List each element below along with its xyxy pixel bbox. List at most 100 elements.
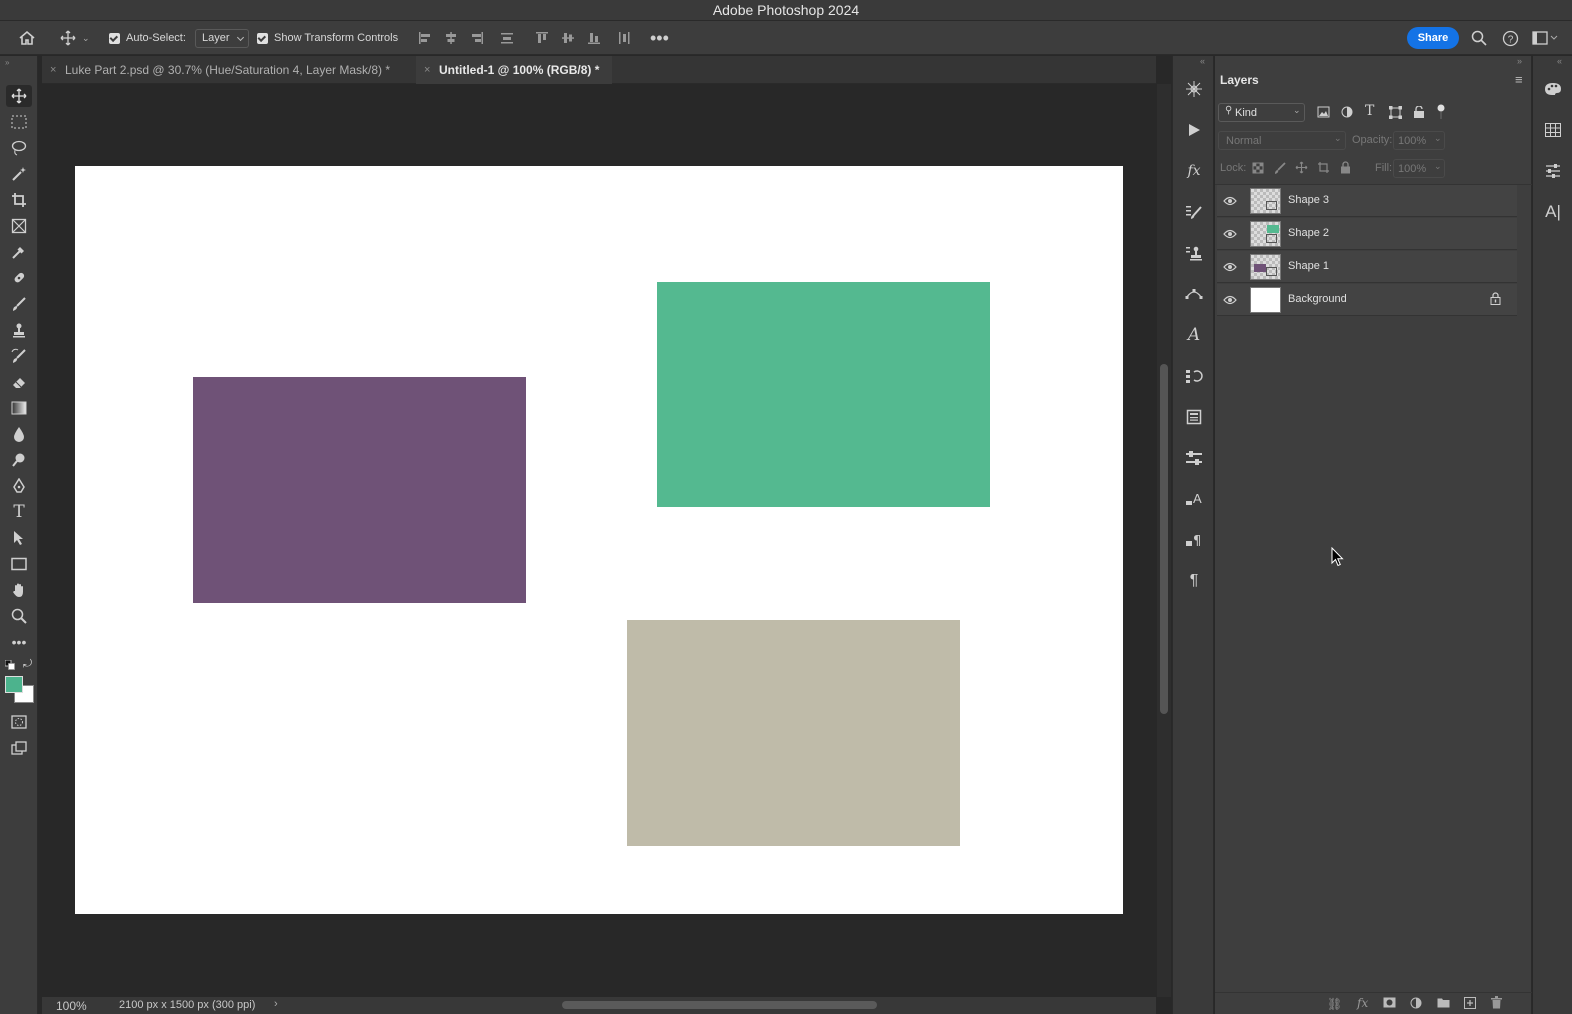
paths-icon[interactable] bbox=[1183, 283, 1205, 305]
filter-toggle-icon[interactable] bbox=[1437, 104, 1445, 123]
new-layer-icon[interactable] bbox=[1464, 997, 1476, 1012]
notes-icon[interactable] bbox=[1183, 406, 1205, 428]
collapse-panel-icon[interactable]: « bbox=[1200, 56, 1205, 66]
collapse-panel-icon[interactable]: « bbox=[1557, 56, 1562, 66]
rectangle-tool-icon[interactable] bbox=[6, 553, 32, 575]
adjustments-icon[interactable] bbox=[1542, 160, 1564, 182]
distribute-horizontal-icon[interactable] bbox=[617, 21, 631, 55]
layers-tab[interactable]: Layers bbox=[1220, 73, 1259, 87]
green-rectangle[interactable] bbox=[657, 282, 990, 507]
color-palette-icon[interactable] bbox=[1542, 78, 1564, 100]
zoom-tool-icon[interactable] bbox=[6, 605, 32, 627]
workspace-icon[interactable] bbox=[1532, 21, 1558, 55]
distribute-vertical-icon[interactable] bbox=[500, 21, 514, 55]
align-middle-icon[interactable] bbox=[561, 21, 575, 55]
layer-name[interactable]: Shape 2 bbox=[1288, 227, 1329, 239]
auto-select-checkbox[interactable]: Auto-Select: bbox=[109, 21, 186, 55]
close-icon[interactable]: × bbox=[50, 64, 56, 76]
align-bottom-icon[interactable] bbox=[587, 21, 601, 55]
layer-row-shape-1[interactable]: Shape 1 bbox=[1217, 251, 1517, 283]
vertical-scrollbar[interactable] bbox=[1157, 84, 1171, 997]
eyedropper-tool-icon[interactable] bbox=[6, 241, 32, 263]
swap-colors-icon[interactable]: ⤾ bbox=[23, 658, 32, 671]
home-icon[interactable] bbox=[18, 21, 36, 55]
layer-name[interactable]: Background bbox=[1288, 293, 1347, 305]
filter-shape-icon[interactable] bbox=[1389, 106, 1402, 122]
visibility-eye-icon[interactable] bbox=[1222, 194, 1238, 208]
tab-luke-part-2[interactable]: × Luke Part 2.psd @ 30.7% (Hue/Saturatio… bbox=[42, 56, 412, 84]
link-layers-icon[interactable]: ⛓ bbox=[1327, 997, 1342, 1011]
collapse-panel-icon[interactable]: » bbox=[1517, 56, 1522, 66]
actions-play-icon[interactable] bbox=[1183, 119, 1205, 141]
chevron-right-icon[interactable]: › bbox=[274, 998, 278, 1010]
gradient-tool-icon[interactable] bbox=[6, 397, 32, 419]
checkbox-checked-icon[interactable] bbox=[109, 32, 120, 44]
add-layer-style-icon[interactable]: fx bbox=[1357, 996, 1368, 1010]
paragraph-styles-icon[interactable]: ¶ bbox=[1183, 529, 1205, 551]
edit-toolbar-icon[interactable]: ••• bbox=[6, 631, 32, 653]
brush-settings-icon[interactable] bbox=[1183, 201, 1205, 223]
beige-rectangle[interactable] bbox=[627, 620, 960, 846]
close-icon[interactable]: × bbox=[424, 64, 430, 76]
crop-tool-icon[interactable] bbox=[6, 189, 32, 211]
layer-row-shape-2[interactable]: Shape 2 bbox=[1217, 218, 1517, 250]
swatches-grid-icon[interactable] bbox=[1542, 119, 1564, 141]
lock-pixels-icon[interactable] bbox=[1274, 162, 1286, 177]
character-icon[interactable]: A| bbox=[1542, 201, 1564, 223]
frame-tool-icon[interactable] bbox=[6, 215, 32, 237]
blend-mode-dropdown[interactable]: Normal ⌄ bbox=[1218, 131, 1346, 150]
help-icon[interactable]: ? bbox=[1502, 21, 1519, 55]
purple-rectangle[interactable] bbox=[193, 377, 526, 603]
document-canvas[interactable] bbox=[75, 166, 1123, 914]
character-styles-icon[interactable]: A bbox=[1183, 488, 1205, 510]
new-adjustment-layer-icon[interactable] bbox=[1410, 997, 1422, 1012]
quick-mask-icon[interactable] bbox=[6, 711, 32, 733]
vertical-scrollbar-thumb[interactable] bbox=[1160, 364, 1168, 714]
default-colors-icon[interactable] bbox=[4, 659, 15, 673]
visibility-eye-icon[interactable] bbox=[1222, 260, 1238, 274]
screen-mode-icon[interactable] bbox=[6, 737, 32, 759]
auto-select-dropdown[interactable]: Layer bbox=[195, 28, 249, 48]
share-button[interactable]: Share bbox=[1407, 27, 1459, 49]
glyphs-icon[interactable]: A bbox=[1183, 324, 1205, 346]
3d-icon[interactable] bbox=[1183, 78, 1205, 100]
document-info[interactable]: 2100 px x 1500 px (300 ppi) bbox=[119, 999, 255, 1011]
hand-tool-icon[interactable] bbox=[6, 579, 32, 601]
align-left-icon[interactable] bbox=[418, 21, 432, 55]
filter-pixel-icon[interactable] bbox=[1317, 106, 1330, 121]
fill-input[interactable]: 100% ⌄ bbox=[1393, 159, 1445, 178]
horizontal-scrollbar-thumb[interactable] bbox=[562, 1001, 877, 1009]
lock-all-icon[interactable] bbox=[1340, 161, 1351, 177]
styles-fx-icon[interactable]: fx bbox=[1183, 160, 1205, 182]
layer-row-background[interactable]: Background bbox=[1217, 284, 1517, 316]
visibility-eye-icon[interactable] bbox=[1222, 227, 1238, 241]
lock-icon[interactable] bbox=[1490, 292, 1501, 308]
lock-transparent-icon[interactable] bbox=[1252, 162, 1264, 177]
eraser-tool-icon[interactable] bbox=[6, 371, 32, 393]
show-transform-checkbox[interactable]: Show Transform Controls bbox=[257, 21, 398, 55]
search-icon[interactable] bbox=[1471, 21, 1487, 55]
opacity-input[interactable]: 100% ⌄ bbox=[1393, 131, 1445, 150]
brush-tool-icon[interactable] bbox=[6, 293, 32, 315]
panel-menu-icon[interactable]: ≡ bbox=[1515, 72, 1523, 87]
more-options-icon[interactable]: ••• bbox=[650, 21, 669, 55]
paragraph-icon[interactable]: ¶ bbox=[1183, 570, 1205, 592]
align-center-icon[interactable] bbox=[444, 21, 458, 55]
healing-brush-tool-icon[interactable] bbox=[6, 267, 32, 289]
lock-artboard-icon[interactable] bbox=[1317, 161, 1330, 177]
checkbox-checked-icon[interactable] bbox=[257, 32, 268, 44]
history-brush-tool-icon[interactable] bbox=[6, 345, 32, 367]
blur-tool-icon[interactable] bbox=[6, 423, 32, 445]
layer-row-shape-3[interactable]: Shape 3 bbox=[1217, 185, 1517, 217]
filter-type-icon[interactable]: T bbox=[1365, 103, 1374, 119]
foreground-color-swatch[interactable] bbox=[5, 676, 23, 693]
lasso-tool-icon[interactable] bbox=[6, 137, 32, 159]
filter-adjustment-icon[interactable] bbox=[1341, 106, 1353, 121]
clone-stamp-tool-icon[interactable] bbox=[6, 319, 32, 341]
move-tool-preset-icon[interactable]: ⌄ bbox=[60, 21, 90, 55]
dodge-tool-icon[interactable] bbox=[6, 449, 32, 471]
layer-name[interactable]: Shape 1 bbox=[1288, 260, 1329, 272]
align-right-icon[interactable] bbox=[470, 21, 484, 55]
move-tool-icon[interactable] bbox=[6, 85, 32, 107]
chevron-down-icon[interactable]: ⌄ bbox=[82, 33, 90, 44]
